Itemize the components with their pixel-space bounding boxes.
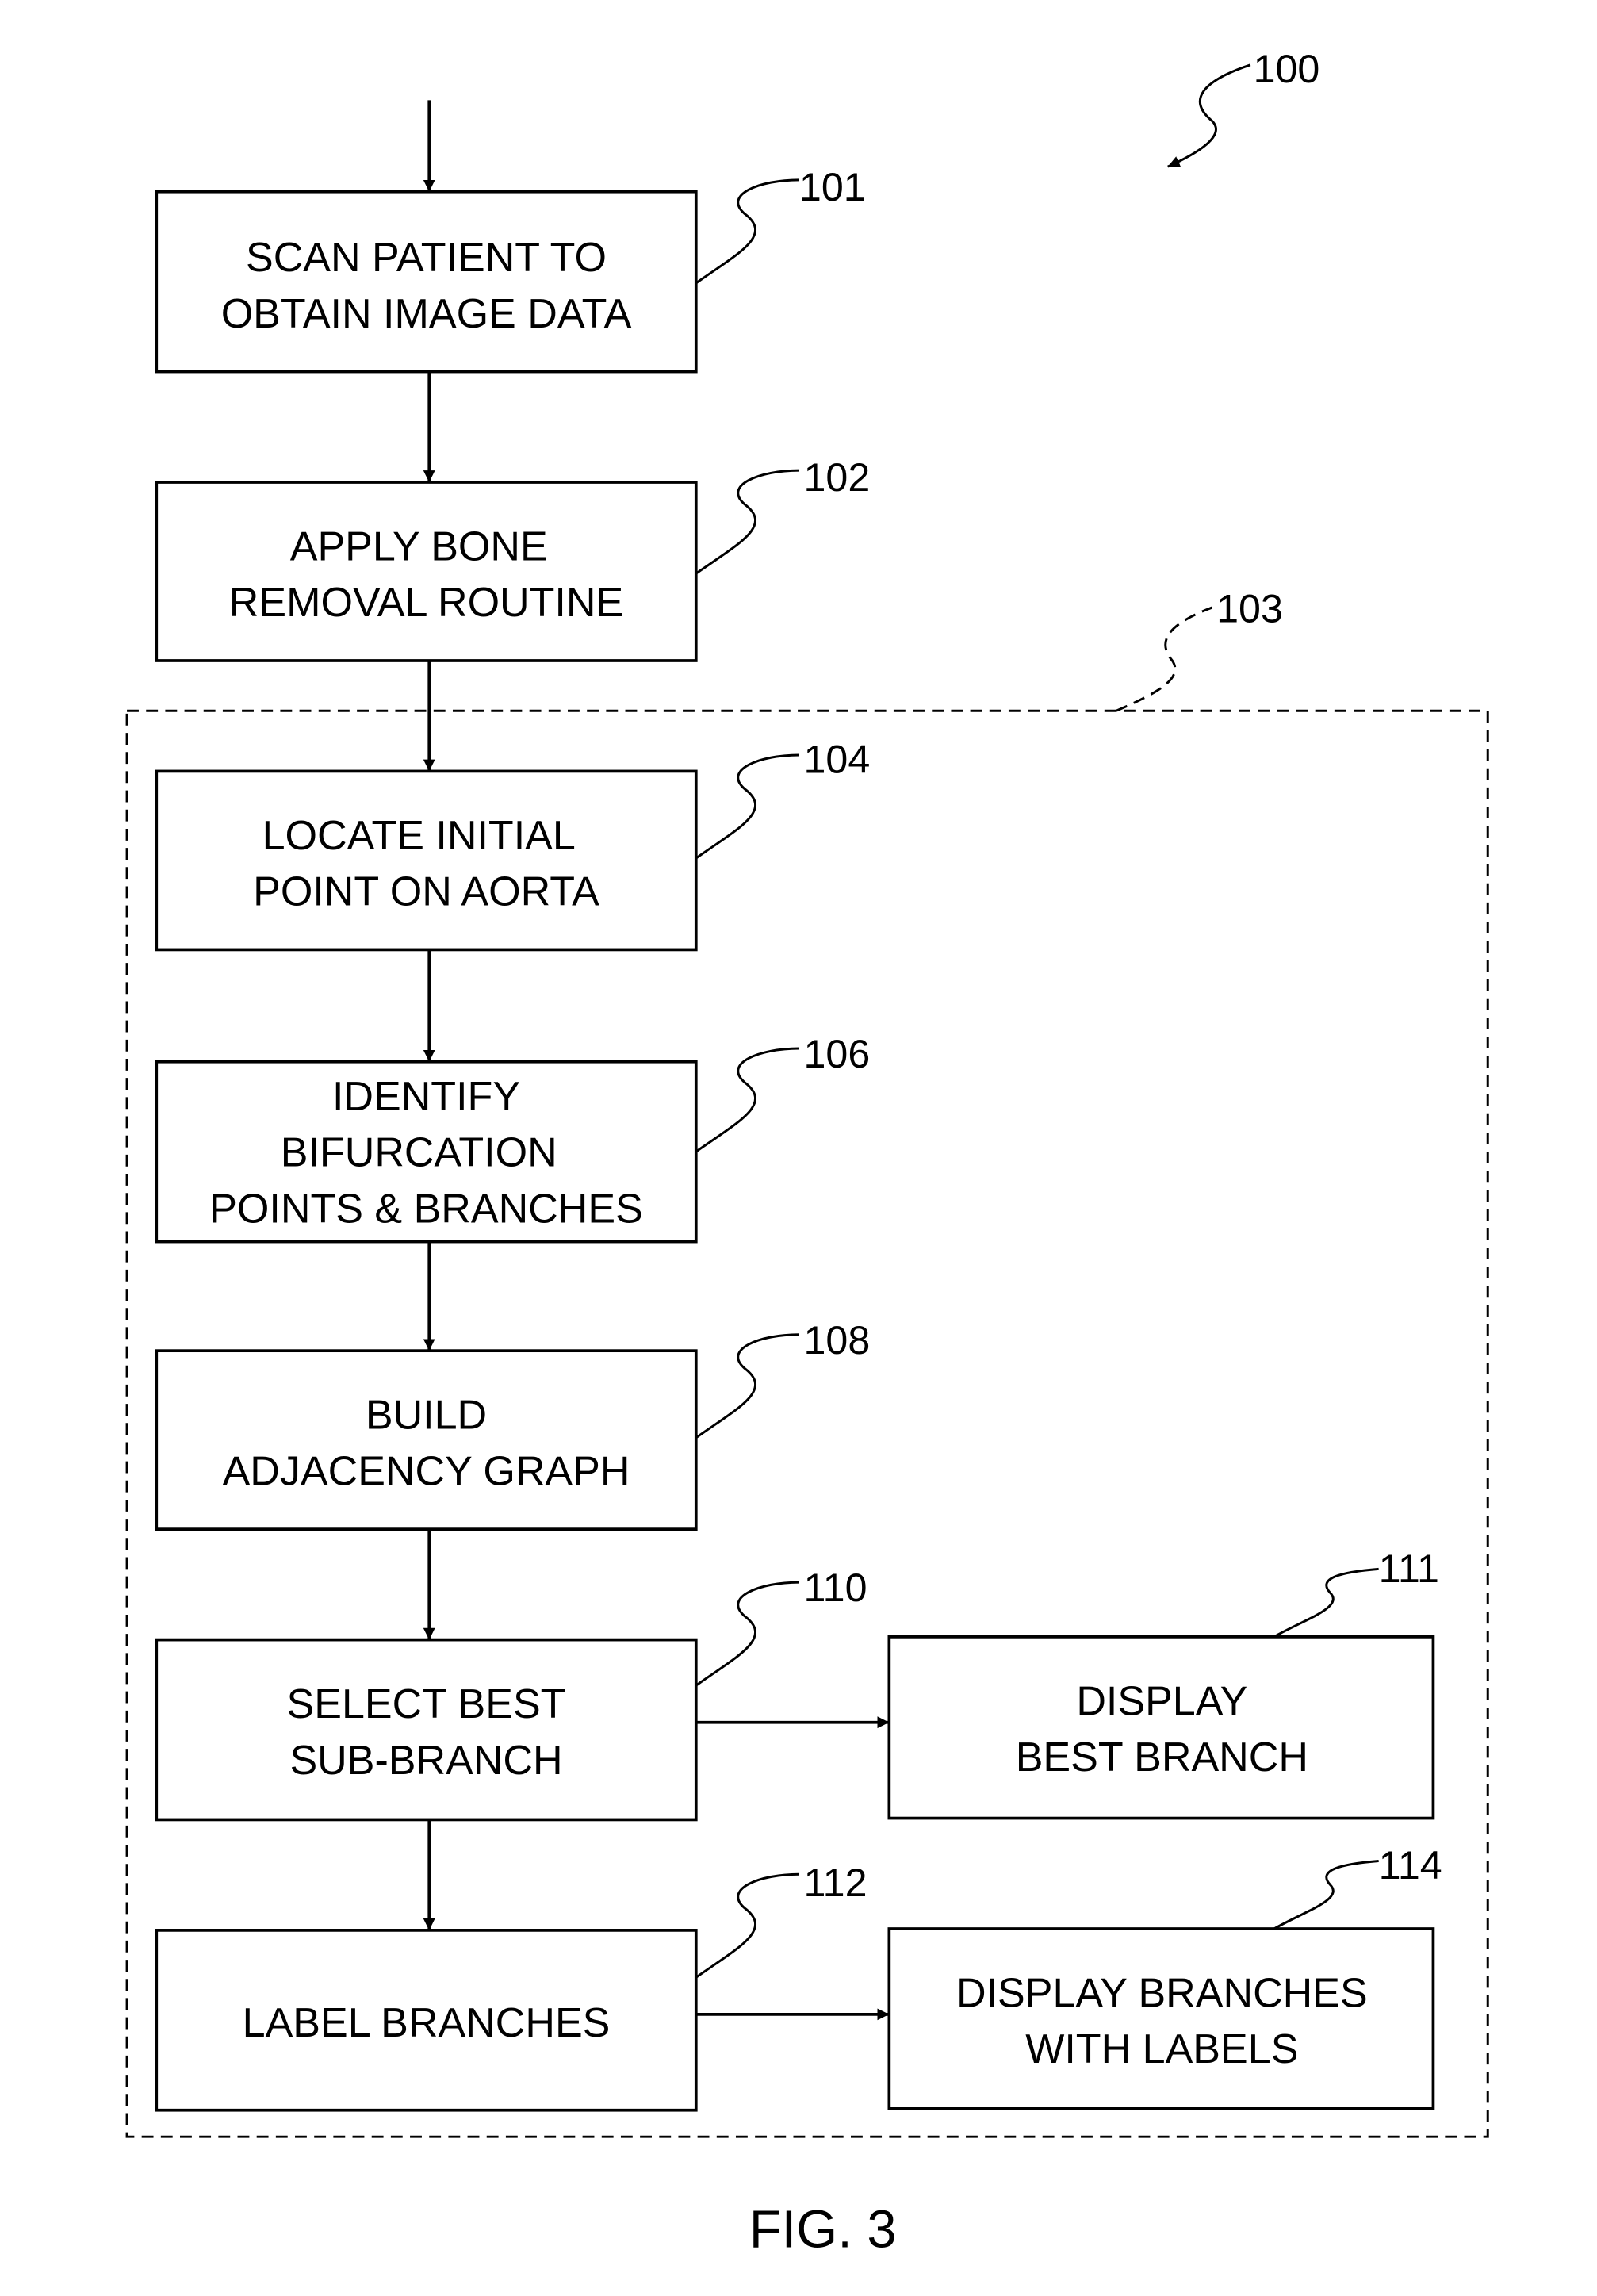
ref-label: 110 xyxy=(804,1566,867,1610)
step-text-line: LABEL BRANCHES xyxy=(243,2000,611,2046)
step-text-line: DISPLAY BRANCHES xyxy=(956,1971,1368,2017)
step-text-line: SCAN PATIENT TO xyxy=(246,235,607,281)
step-102: APPLY BONE REMOVAL ROUTINE 102 xyxy=(155,455,871,662)
step-text-line: POINTS & BRANCHES xyxy=(209,1186,643,1232)
step-text-line: LOCATE INITIAL xyxy=(262,813,576,859)
step-box xyxy=(887,1635,1435,1820)
step-108: BUILD ADJACENCY GRAPH 108 xyxy=(155,1318,871,1531)
leader-line-110 xyxy=(695,1581,799,1687)
ref-label: 102 xyxy=(804,455,871,500)
leader-line-106 xyxy=(695,1047,799,1153)
step-box xyxy=(155,1638,698,1822)
leader-line-103 xyxy=(1116,606,1213,712)
step-box xyxy=(155,190,698,374)
step-text-line: ADJACENCY GRAPH xyxy=(223,1448,630,1494)
step-box xyxy=(155,769,698,952)
ref-label: 111 xyxy=(1379,1547,1439,1591)
ref-label: 106 xyxy=(804,1032,871,1076)
step-111: DISPLAY BEST BRANCH 111 xyxy=(887,1547,1439,1820)
step-text-line: BEST BRANCH xyxy=(1016,1734,1308,1780)
step-112: LABEL BRANCHES 112 xyxy=(155,1861,867,2112)
step-text-line: BIFURCATION xyxy=(281,1130,557,1176)
step-104: LOCATE INITIAL POINT ON AORTA 104 xyxy=(155,737,871,952)
figure-caption: FIG. 3 xyxy=(749,2200,897,2260)
ref-label: 104 xyxy=(804,737,871,781)
step-110: SELECT BEST SUB-BRANCH 110 xyxy=(155,1566,867,1822)
step-box xyxy=(155,481,698,662)
step-text-line: SUB-BRANCH xyxy=(289,1738,562,1784)
step-106: IDENTIFY BIFURCATION POINTS & BRANCHES 1… xyxy=(155,1032,871,1244)
leader-line-102 xyxy=(695,469,799,575)
step-114: DISPLAY BRANCHES WITH LABELS 114 xyxy=(887,1843,1442,2110)
step-text-line: BUILD xyxy=(366,1393,487,1439)
leader-line-104 xyxy=(695,753,799,860)
overall-pointer-arrow xyxy=(1167,63,1251,168)
leader-line-112 xyxy=(695,1872,799,1979)
ref-label-100: 100 xyxy=(1254,47,1320,91)
leader-line-111 xyxy=(1273,1567,1379,1639)
step-text-line: REMOVAL ROUTINE xyxy=(229,580,623,626)
leader-line-114 xyxy=(1273,1860,1379,1930)
step-text-line: OBTAIN IMAGE DATA xyxy=(221,291,632,337)
step-text-line: DISPLAY xyxy=(1076,1678,1247,1724)
step-text-line: IDENTIFY xyxy=(332,1074,520,1120)
flowchart: 100 103 SCAN PATIENT TO OBTAIN IMAGE DAT… xyxy=(125,47,1489,2260)
leader-line-101 xyxy=(695,178,799,285)
ref-label: 108 xyxy=(804,1318,871,1363)
leader-line-108 xyxy=(695,1333,799,1439)
ref-label-103: 103 xyxy=(1216,587,1283,631)
step-text-line: APPLY BONE xyxy=(290,524,548,570)
step-text-line: WITH LABELS xyxy=(1025,2026,1298,2072)
step-text-line: SELECT BEST xyxy=(287,1681,566,1727)
step-text-line: POINT ON AORTA xyxy=(253,869,599,915)
overall-reference: 100 xyxy=(1167,47,1320,168)
step-box xyxy=(155,1349,698,1531)
step-101: SCAN PATIENT TO OBTAIN IMAGE DATA 101 xyxy=(155,165,866,374)
ref-label: 112 xyxy=(804,1861,867,1905)
step-box xyxy=(887,1927,1435,2110)
ref-label: 101 xyxy=(799,165,866,209)
ref-label: 114 xyxy=(1379,1843,1442,1888)
